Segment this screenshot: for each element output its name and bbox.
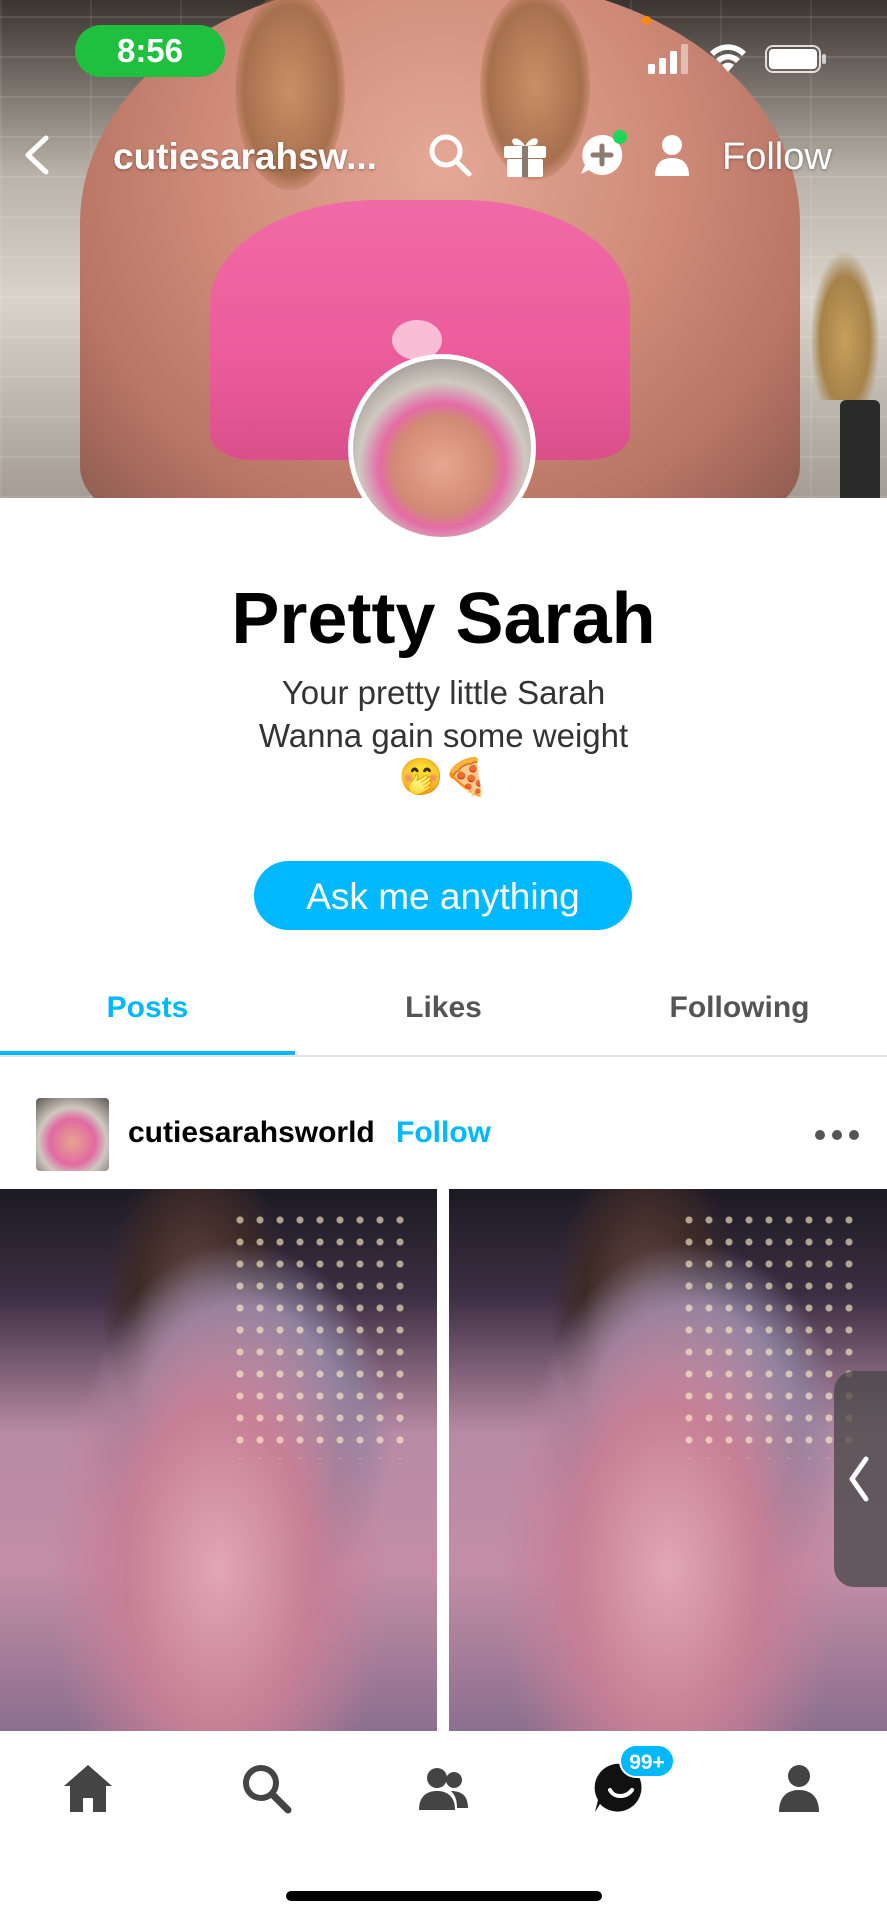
wifi-icon (710, 44, 746, 72)
tab-divider (0, 1055, 887, 1057)
tab-following[interactable]: Following (592, 990, 887, 1026)
follow-button-header[interactable]: Follow (722, 132, 832, 182)
post-follow-button[interactable]: Follow (396, 1116, 491, 1150)
home-icon[interactable] (60, 1760, 116, 1816)
more-options-icon[interactable] (812, 1120, 862, 1150)
blog-name-title[interactable]: cutiesarahsw... (113, 132, 403, 182)
privacy-indicator-icon (642, 16, 651, 25)
bio-line: Wanna gain some weight (258, 717, 629, 754)
post-photo-1[interactable] (0, 1189, 437, 1731)
battery-icon (765, 45, 826, 73)
fairy-lights-decor (230, 1209, 410, 1459)
header-decor-wheat (810, 250, 880, 400)
avatar[interactable] (348, 354, 536, 542)
person-icon[interactable] (647, 130, 697, 180)
cellular-signal-icon (648, 44, 688, 74)
fairy-lights-decor (679, 1209, 859, 1459)
ask-me-anything-button[interactable]: Ask me anything (254, 861, 632, 930)
people-icon[interactable] (415, 1760, 471, 1816)
tab-posts[interactable]: Posts (0, 990, 295, 1026)
chat-plus-icon[interactable] (577, 130, 627, 180)
side-panel-handle[interactable] (834, 1371, 887, 1587)
account-icon[interactable] (771, 1760, 827, 1816)
post-photo-2[interactable] (449, 1189, 887, 1731)
search-icon[interactable] (425, 130, 475, 180)
tab-likes[interactable]: Likes (295, 990, 592, 1026)
gift-icon[interactable] (500, 130, 550, 180)
post-author-name[interactable]: cutiesarahsworld (128, 1116, 375, 1150)
search-icon[interactable] (238, 1760, 294, 1816)
header-decor-vase (840, 400, 880, 498)
status-time: 8:56 (75, 25, 225, 77)
back-chevron-icon[interactable] (14, 130, 64, 180)
chevron-left-icon (849, 1456, 869, 1502)
post-author-avatar[interactable] (36, 1098, 109, 1171)
home-indicator (286, 1891, 602, 1901)
notification-badge: 99+ (619, 1744, 675, 1778)
bio-emoji: 🤭🍕 (398, 756, 489, 797)
bio-line: Your pretty little Sarah (281, 674, 606, 711)
profile-title: Pretty Sarah (231, 579, 656, 659)
